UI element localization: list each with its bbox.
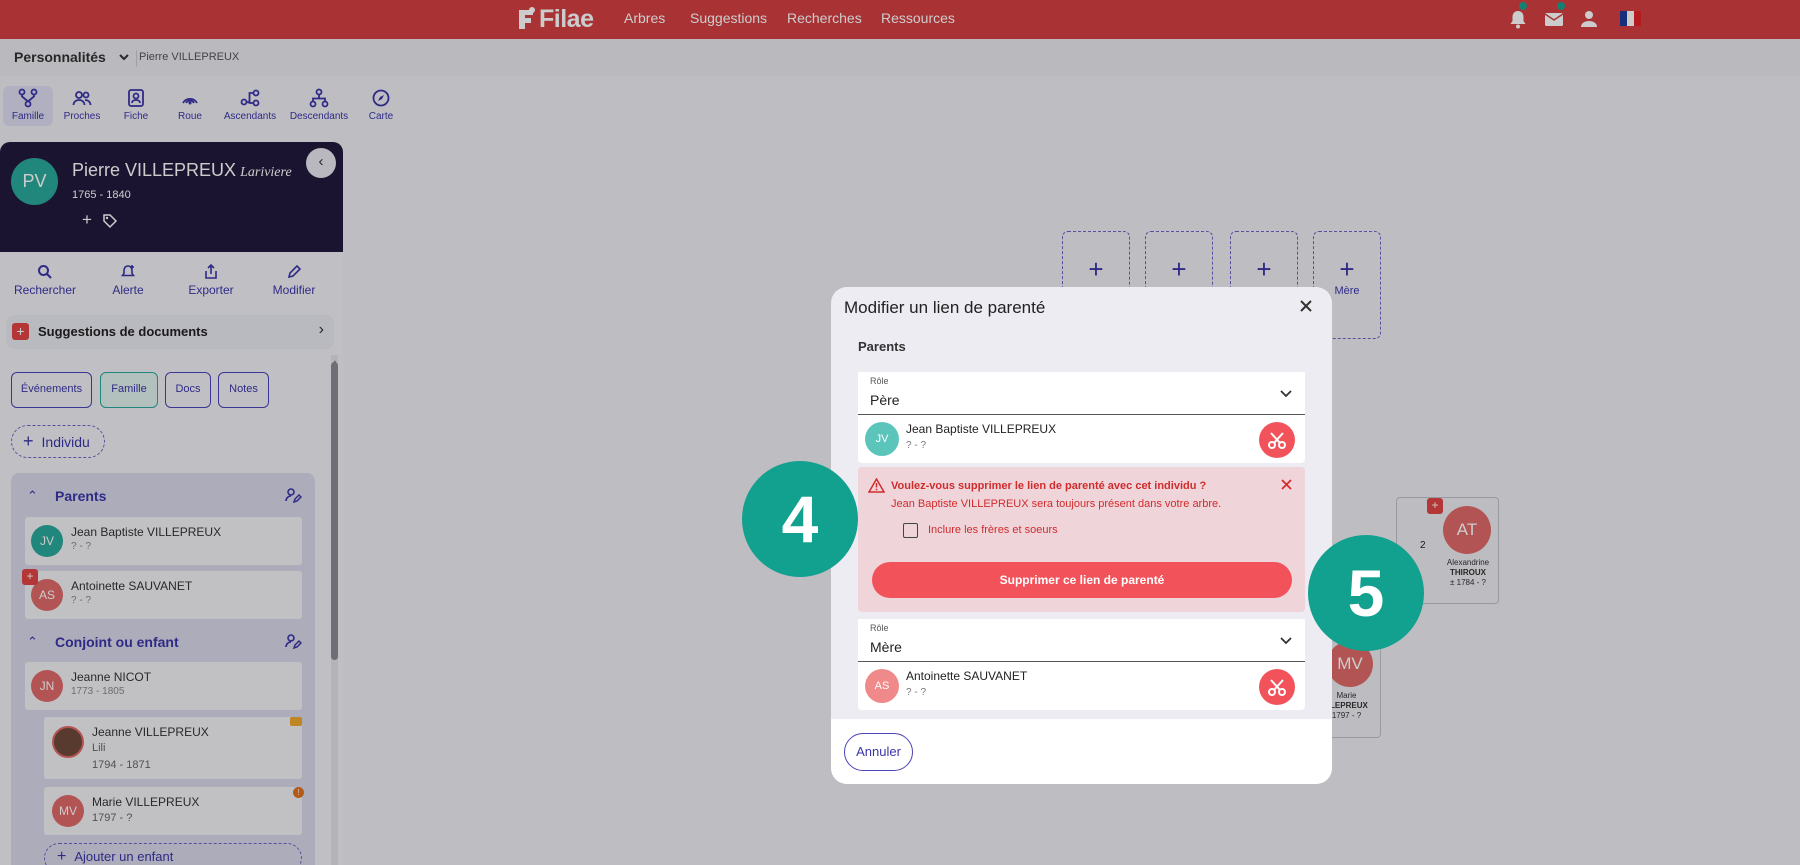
include-siblings-checkbox[interactable] <box>903 523 918 538</box>
step-marker-5: 5 <box>1308 535 1424 651</box>
warning-icon <box>868 478 885 493</box>
role-value: Père <box>870 392 900 408</box>
modal-footer: Annuler <box>831 719 1332 784</box>
step-marker-4: 4 <box>742 461 858 577</box>
warning-title: Voulez-vous supprimer le lien de parenté… <box>891 480 1207 492</box>
scissors-icon <box>1268 432 1286 449</box>
avatar: AS <box>865 669 899 703</box>
father-role-select[interactable]: Rôle Père <box>858 372 1305 415</box>
remove-father-link-button[interactable] <box>1259 422 1295 458</box>
cancel-button[interactable]: Annuler <box>844 733 913 771</box>
warning-text: Jean Baptiste VILLEPREUX sera toujours p… <box>891 498 1222 510</box>
person-dates: ? - ? <box>906 687 927 698</box>
delete-relationship-button[interactable]: Supprimer ce lien de parenté <box>872 562 1292 598</box>
mother-role-select[interactable]: Rôle Mère <box>858 619 1305 662</box>
remove-mother-link-button[interactable] <box>1259 669 1295 705</box>
modal-title: Modifier un lien de parenté <box>844 298 1046 317</box>
role-label: Rôle <box>870 623 889 633</box>
person-dates: ? - ? <box>906 440 927 451</box>
delete-confirmation-panel: Voulez-vous supprimer le lien de parenté… <box>858 467 1305 612</box>
scissors-icon <box>1268 679 1286 696</box>
close-icon[interactable] <box>1298 298 1314 314</box>
avatar: JV <box>865 422 899 456</box>
edit-relationship-modal: Modifier un lien de parenté Parents Rôle… <box>831 287 1332 784</box>
chevron-down-icon <box>1280 390 1292 398</box>
modal-section-title: Parents <box>858 339 906 354</box>
mother-card: AS Antoinette SAUVANET ? - ? <box>858 662 1305 710</box>
person-name: Jean Baptiste VILLEPREUX <box>906 422 1057 436</box>
chevron-down-icon <box>1280 637 1292 645</box>
person-name: Antoinette SAUVANET <box>906 669 1028 683</box>
role-label: Rôle <box>870 376 889 386</box>
role-value: Mère <box>870 639 902 655</box>
close-icon[interactable] <box>1280 478 1293 491</box>
include-siblings-label[interactable]: Inclure les frères et soeurs <box>928 524 1058 536</box>
father-card: JV Jean Baptiste VILLEPREUX ? - ? <box>858 415 1305 463</box>
